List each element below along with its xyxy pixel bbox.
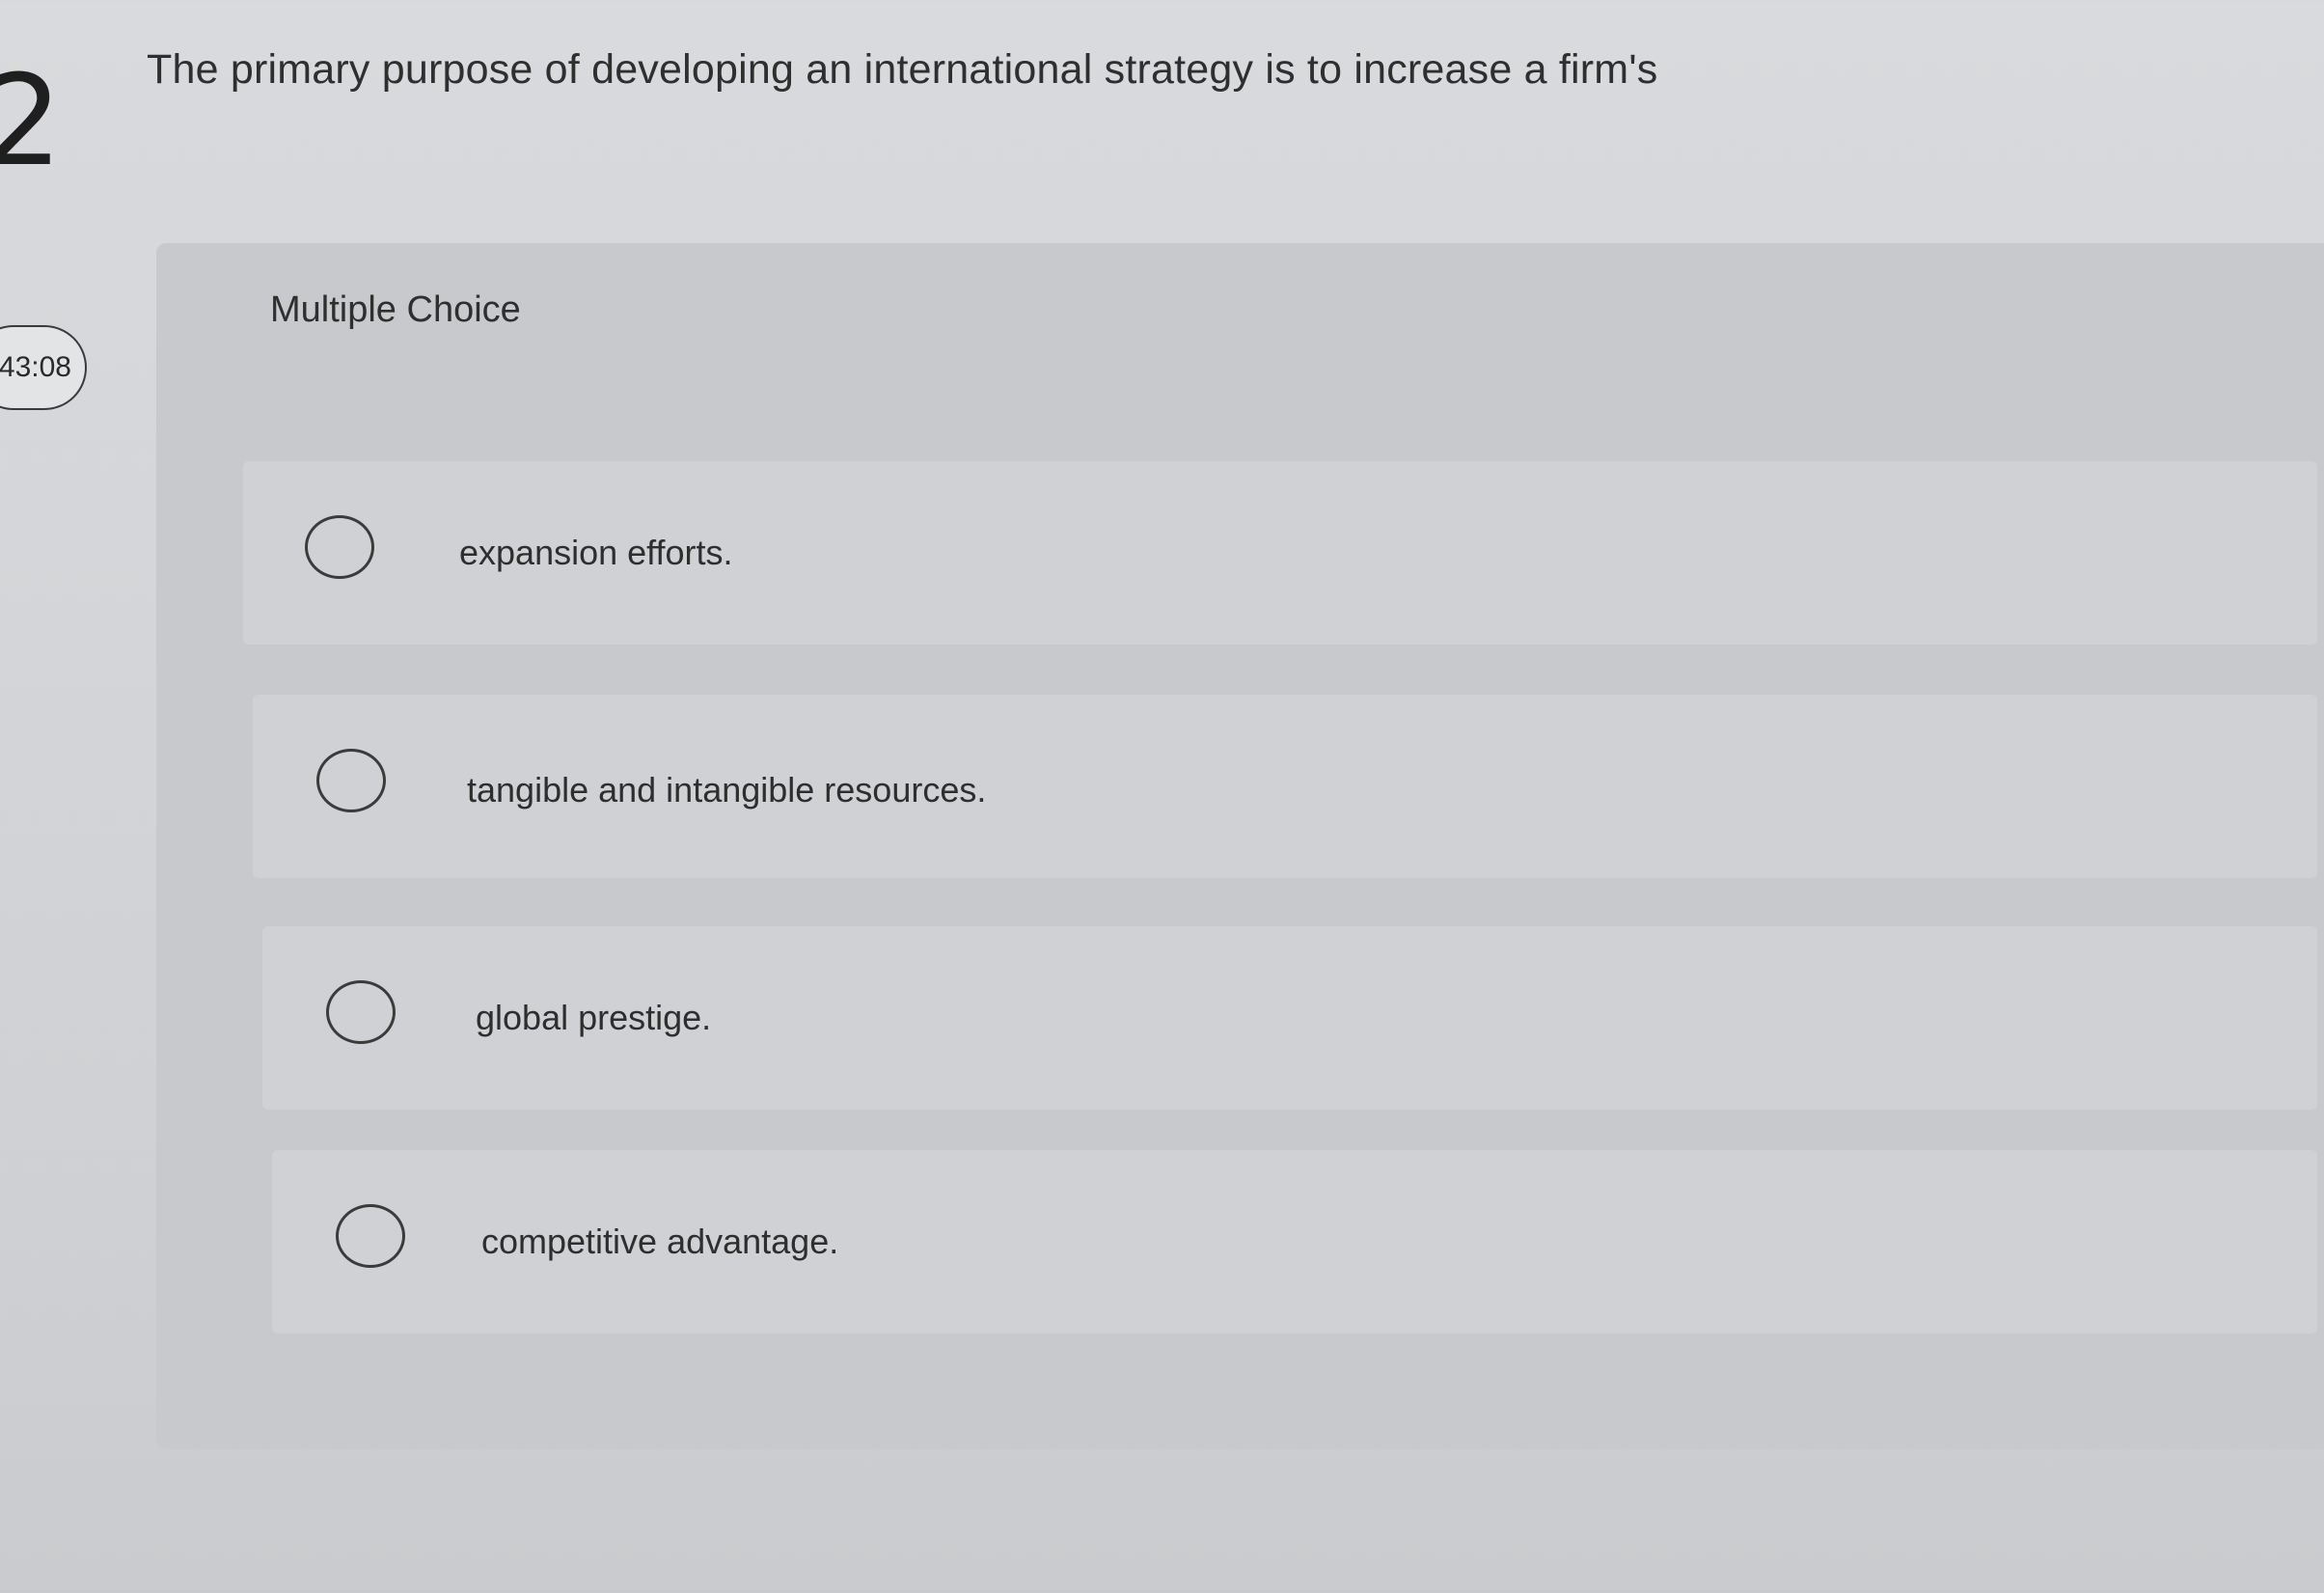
timer-text: 43:08 xyxy=(0,351,71,383)
question-type-label: Multiple Choice xyxy=(270,289,521,330)
choice-option[interactable]: competitive advantage. xyxy=(272,1150,2317,1333)
choice-label: competitive advantage. xyxy=(481,1222,839,1261)
radio-button[interactable] xyxy=(316,749,386,812)
timer-badge[interactable]: 43:08 xyxy=(0,325,87,410)
choice-label: tangible and intangible resources. xyxy=(467,770,987,810)
radio-button[interactable] xyxy=(305,515,374,579)
choice-label: expansion efforts. xyxy=(459,533,733,572)
choice-label: global prestige. xyxy=(476,998,712,1037)
choice-option[interactable]: expansion efforts. xyxy=(243,461,2317,645)
radio-button[interactable] xyxy=(336,1204,405,1268)
question-text: The primary purpose of developing an int… xyxy=(147,46,1658,93)
radio-button[interactable] xyxy=(326,980,396,1044)
choice-option[interactable]: global prestige. xyxy=(262,926,2317,1110)
question-number: 2 xyxy=(0,47,63,194)
choice-option[interactable]: tangible and intangible resources. xyxy=(253,695,2317,878)
